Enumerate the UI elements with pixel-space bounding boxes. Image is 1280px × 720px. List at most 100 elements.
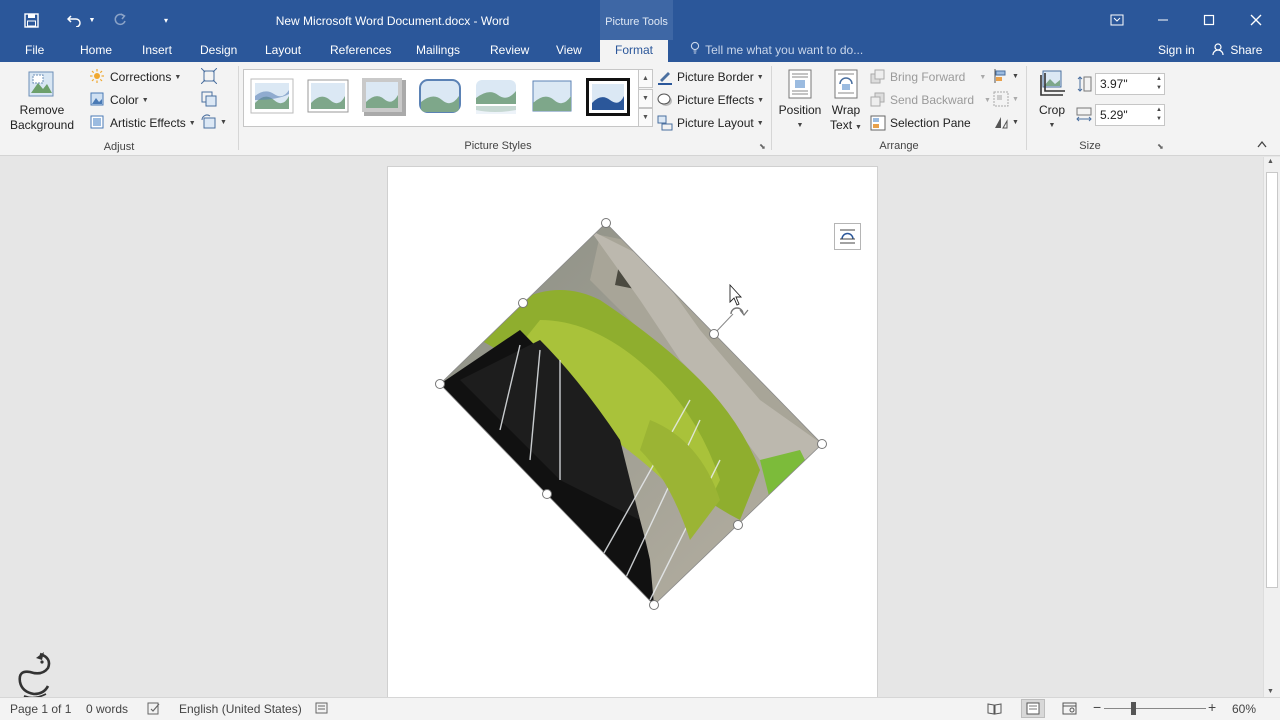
ribbon-display-options-icon[interactable] xyxy=(1097,6,1137,34)
picture-border-button[interactable]: Picture Border ▼ xyxy=(657,69,764,85)
width-spinner-icon[interactable]: ▲ ▼ xyxy=(1156,106,1162,124)
effects-icon xyxy=(657,92,673,108)
selection-pane-icon xyxy=(870,115,886,131)
tab-layout[interactable]: Layout xyxy=(263,40,303,62)
group-separator xyxy=(771,66,772,150)
tell-me-search[interactable]: Tell me what you want to do... xyxy=(690,40,863,62)
zoom-slider[interactable] xyxy=(1104,708,1206,709)
picture-style-soft-edge[interactable] xyxy=(530,78,574,116)
tab-mailings[interactable]: Mailings xyxy=(414,40,462,62)
artistic-effects-button[interactable]: Artistic Effects ▼ xyxy=(90,115,196,131)
tab-references[interactable]: References xyxy=(328,40,393,62)
format-picture-launcher-icon[interactable]: ⬊ xyxy=(759,142,766,151)
word-count[interactable]: 0 words xyxy=(86,702,128,716)
maximize-icon[interactable] xyxy=(1189,6,1229,34)
tab-design[interactable]: Design xyxy=(198,40,239,62)
pen-icon xyxy=(657,69,673,85)
picture-style-drop-shadow[interactable] xyxy=(362,78,406,116)
bring-forward-icon xyxy=(870,69,886,85)
group-separator xyxy=(1026,66,1027,150)
color-icon xyxy=(90,92,106,108)
gallery-scroll-up-icon[interactable]: ▲ xyxy=(639,69,653,88)
shape-height-input[interactable]: 3.97" ▲ ▼ xyxy=(1095,73,1165,95)
position-icon xyxy=(787,69,813,99)
page-count[interactable]: Page 1 of 1 xyxy=(10,702,71,716)
size-launcher-icon[interactable]: ⬊ xyxy=(1157,142,1164,151)
gallery-scroll-down-icon[interactable]: ▼ xyxy=(639,89,653,108)
close-icon[interactable] xyxy=(1236,6,1276,34)
tab-format[interactable]: Format xyxy=(600,40,669,62)
zoom-out-icon[interactable]: − xyxy=(1093,699,1101,715)
reset-picture-icon[interactable]: ▼ xyxy=(201,114,227,130)
collapse-ribbon-icon[interactable] xyxy=(1257,140,1267,148)
picture-style-thick-frame[interactable] xyxy=(586,78,630,116)
picture-style-simple-frame[interactable] xyxy=(250,78,294,116)
shape-height-value: 3.97" xyxy=(1100,77,1128,91)
selected-picture[interactable] xyxy=(0,157,1263,697)
corrections-button[interactable]: Corrections ▼ xyxy=(90,69,181,85)
share-button[interactable]: Share xyxy=(1212,40,1262,62)
rotate-icon[interactable]: ▼ xyxy=(993,114,1019,130)
bring-forward-button[interactable]: Bring Forward ▼ xyxy=(870,69,986,85)
group-objects-icon[interactable]: ▼ xyxy=(993,91,1019,107)
remove-background-button[interactable]: Remove Background xyxy=(6,69,78,133)
picture-tools-context-label: Picture Tools xyxy=(600,0,673,40)
color-button[interactable]: Color ▼ xyxy=(90,92,149,108)
shape-width-input[interactable]: 5.29" ▲ ▼ xyxy=(1095,104,1165,126)
layout-options-icon[interactable] xyxy=(834,223,861,250)
picture-style-rounded[interactable] xyxy=(418,78,462,116)
crop-button[interactable]: Crop ▼ xyxy=(1032,69,1072,133)
lightbulb-icon xyxy=(690,40,702,60)
shape-width-icon xyxy=(1076,107,1092,123)
picture-style-beveled[interactable] xyxy=(306,78,350,116)
document-area xyxy=(0,157,1263,697)
zoom-level[interactable]: 60% xyxy=(1232,702,1256,716)
tab-review[interactable]: Review xyxy=(488,40,531,62)
proofing-icon[interactable] xyxy=(147,702,161,718)
compress-pictures-icon[interactable] xyxy=(201,68,217,84)
web-layout-icon[interactable] xyxy=(1062,702,1077,718)
adjust-group-label: Adjust xyxy=(103,141,135,153)
tab-file[interactable]: File xyxy=(23,40,46,62)
wrap-text-icon xyxy=(833,69,859,99)
crop-icon xyxy=(1037,69,1067,99)
tell-me-placeholder: Tell me what you want to do... xyxy=(705,43,864,57)
vertical-scrollbar[interactable]: ▲ ▼ xyxy=(1263,157,1280,697)
picture-effects-button[interactable]: Picture Effects ▼ xyxy=(657,92,764,108)
scroll-down-icon[interactable]: ▼ xyxy=(1267,688,1274,695)
picture-styles-gallery xyxy=(243,69,639,127)
read-mode-icon[interactable] xyxy=(987,702,1002,718)
picture-style-reflected[interactable] xyxy=(474,78,518,116)
macro-recording-icon[interactable] xyxy=(315,702,328,717)
share-label: Share xyxy=(1230,43,1263,57)
height-spinner-icon[interactable]: ▲ ▼ xyxy=(1156,75,1162,93)
send-backward-button[interactable]: Send Backward ▼ xyxy=(870,92,991,108)
position-button[interactable]: Position ▼ xyxy=(776,69,824,133)
picture-layout-button[interactable]: Picture Layout ▼ xyxy=(657,115,764,131)
print-layout-icon[interactable] xyxy=(1021,699,1045,718)
adjust-group: Remove Background Corrections ▼ Color ▼ Ar… xyxy=(0,62,238,156)
tab-insert[interactable]: Insert xyxy=(140,40,174,62)
align-icon[interactable]: ▼ xyxy=(993,68,1019,84)
scrollbar-thumb[interactable] xyxy=(1266,172,1278,588)
sign-in-link[interactable]: Sign in xyxy=(1158,40,1195,60)
sun-icon xyxy=(90,69,106,85)
change-picture-icon[interactable] xyxy=(201,91,217,107)
scroll-up-icon[interactable]: ▲ xyxy=(1267,158,1274,165)
picture-styles-group-label: Picture Styles xyxy=(464,140,532,152)
dragon-watermark-logo xyxy=(10,650,56,697)
send-backward-icon xyxy=(870,92,886,108)
gallery-more-icon[interactable]: ▼ xyxy=(639,108,653,127)
tab-view[interactable]: View xyxy=(554,40,584,62)
arrange-group-label: Arrange xyxy=(879,140,919,152)
group-separator xyxy=(238,66,239,150)
tab-home[interactable]: Home xyxy=(78,40,114,62)
minimize-icon[interactable] xyxy=(1143,6,1183,34)
zoom-slider-thumb[interactable] xyxy=(1131,702,1136,715)
wrap-text-button[interactable]: Wrap Text ▼ xyxy=(826,69,866,135)
selection-pane-button[interactable]: Selection Pane xyxy=(870,115,971,131)
person-icon xyxy=(1212,42,1227,62)
ribbon-tab-bar: File Home Insert Design Layout Reference… xyxy=(0,40,1280,62)
language-indicator[interactable]: English (United States) xyxy=(179,702,302,716)
zoom-in-icon[interactable]: + xyxy=(1208,699,1216,715)
